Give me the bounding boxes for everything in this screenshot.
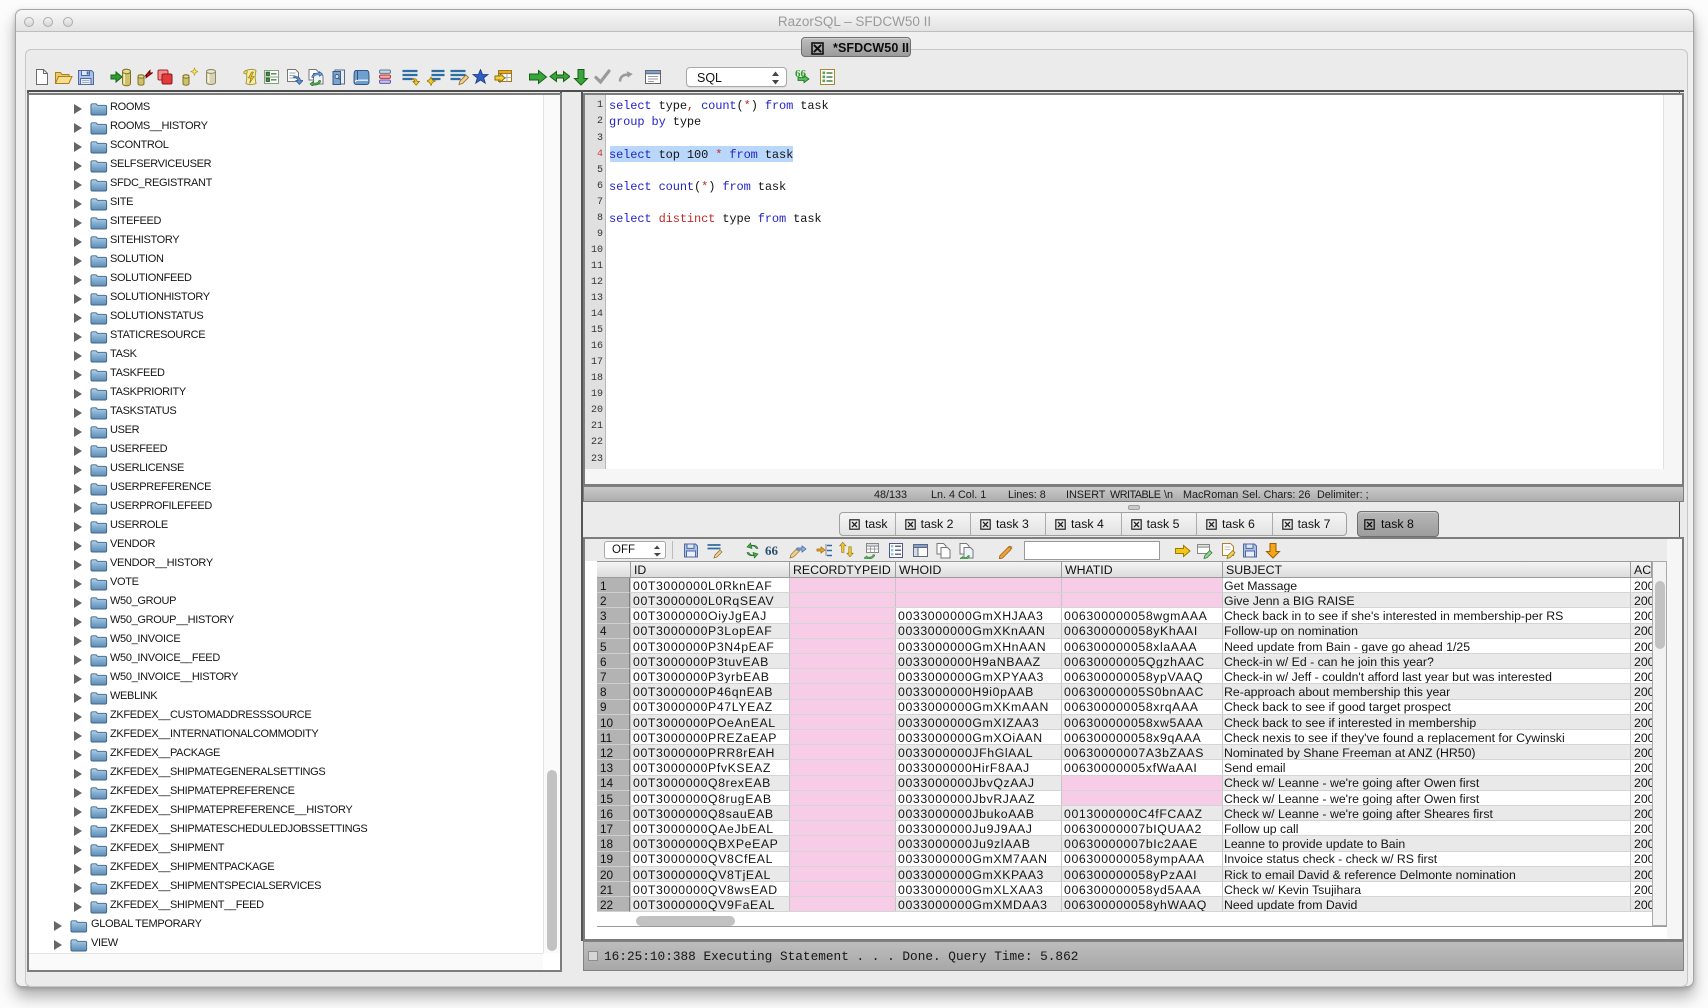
svg-text:66: 66 xyxy=(765,543,779,558)
